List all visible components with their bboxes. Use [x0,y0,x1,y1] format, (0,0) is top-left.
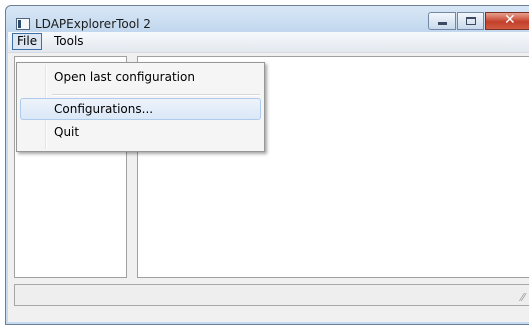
file-menu-dropdown: Open last configuration Configurations..… [16,62,265,152]
minimize-icon [438,22,447,25]
menu-item-quit[interactable]: Quit [20,121,261,143]
menu-bar: File Tools [8,32,529,53]
maximize-button[interactable] [457,12,484,30]
close-button[interactable]: ✕ [485,12,529,30]
caption-buttons: ✕ [428,12,529,32]
menu-item-open-last-configuration[interactable]: Open last configuration [20,66,261,88]
resize-grip-icon[interactable]: ⁄⁄ [521,291,525,304]
window-title: LDAPExplorerTool 2 [35,17,151,31]
menu-file[interactable]: File [12,33,43,50]
app-icon[interactable] [16,18,30,30]
maximize-icon [466,17,476,25]
menu-tools[interactable]: Tools [50,33,88,50]
menu-item-configurations[interactable]: Configurations... [20,98,261,120]
menu-separator [52,94,260,96]
close-icon: ✕ [504,12,516,28]
status-bar: ⁄⁄ [14,284,529,306]
minimize-button[interactable] [428,12,456,30]
